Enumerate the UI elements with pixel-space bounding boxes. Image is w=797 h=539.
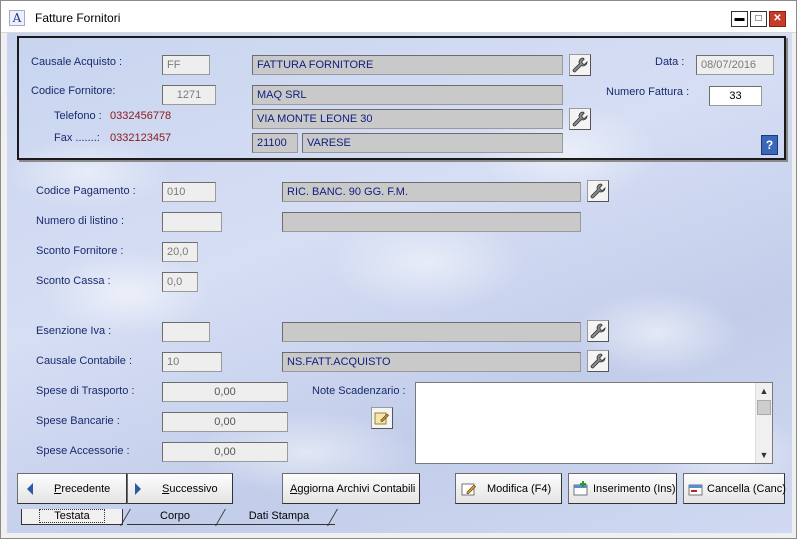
telefono-label: Telefono : xyxy=(54,110,102,122)
fornitore-name-field: MAQ SRL xyxy=(252,85,563,105)
causale-contabile-field[interactable]: 10 xyxy=(162,352,222,372)
aggiorna-archivi-label: Aggiorna Archivi Contabili xyxy=(290,483,416,495)
title-bar: A Fatture Fornitori ▬ □ ✕ xyxy=(1,1,796,33)
causale-acquisto-label: Causale Acquisto : xyxy=(31,56,123,68)
scroll-thumb[interactable] xyxy=(757,400,771,415)
pagamento-description-field: RIC. BANC. 90 GG. F.M. xyxy=(282,182,581,202)
inserimento-label: Inserimento (Ins) xyxy=(593,483,676,495)
spese-bancarie-field[interactable]: 0,00 xyxy=(162,412,288,432)
numero-listino-field[interactable] xyxy=(162,212,222,232)
successivo-label: Successivo xyxy=(162,483,218,495)
sconto-fornitore-label: Sconto Fornitore : xyxy=(36,245,124,257)
tab-corpo[interactable]: Corpo xyxy=(127,509,223,525)
citta-field: VARESE xyxy=(302,133,563,153)
note-scadenzario-label: Note Scadenzario : xyxy=(312,385,406,397)
precedente-button[interactable]: Precedente xyxy=(17,473,127,504)
cap-field: 21100 xyxy=(252,133,298,153)
modifica-button[interactable]: Modifica (F4) xyxy=(455,473,562,504)
note-scadenzario-textarea[interactable]: ▲ ▼ xyxy=(415,382,773,464)
spese-bancarie-label: Spese Bancarie : xyxy=(36,415,120,427)
scroll-up-arrow-icon[interactable]: ▲ xyxy=(756,383,772,399)
app-document-icon: A xyxy=(9,10,25,26)
spese-trasporto-label: Spese di Trasporto : xyxy=(36,385,135,397)
wrench-icon xyxy=(590,183,606,199)
numero-fattura-field[interactable]: 33 xyxy=(709,86,762,106)
scroll-down-arrow-icon[interactable]: ▼ xyxy=(756,447,772,463)
codice-fornitore-label: Codice Fornitore: xyxy=(31,85,116,97)
causale-acquisto-code-field[interactable]: FF xyxy=(162,55,210,75)
fax-label: Fax .......: xyxy=(54,132,100,144)
wrench-icon xyxy=(590,353,606,369)
delete-record-icon xyxy=(688,484,703,496)
arrow-left-icon xyxy=(27,483,33,495)
help-icon[interactable]: ? xyxy=(761,135,778,155)
causale-acquisto-lookup-button[interactable] xyxy=(569,54,591,76)
data-field[interactable]: 08/07/2016 xyxy=(696,55,774,75)
window-title: Fatture Fornitori xyxy=(35,11,121,25)
pagamento-lookup-button[interactable] xyxy=(587,180,609,202)
aggiorna-archivi-button[interactable]: Aggiorna Archivi Contabili xyxy=(282,473,420,504)
tab-strip: Testata Corpo Dati Stampa xyxy=(7,507,792,527)
telefono-value: 0332456778 xyxy=(110,110,172,122)
sconto-cassa-field[interactable]: 0,0 xyxy=(162,272,198,292)
note-scrollbar[interactable]: ▲ ▼ xyxy=(755,383,772,463)
cancella-button[interactable]: Cancella (Canc) xyxy=(683,473,786,504)
tab-dati-stampa[interactable]: Dati Stampa xyxy=(223,509,335,525)
minimize-button[interactable]: ▬ xyxy=(731,11,748,27)
listino-description-field xyxy=(282,212,581,232)
indirizzo-field: VIA MONTE LEONE 30 xyxy=(252,109,563,129)
spese-trasporto-field[interactable]: 0,00 xyxy=(162,382,288,402)
wrench-icon xyxy=(572,111,588,127)
causale-contabile-label: Causale Contabile : xyxy=(36,355,133,367)
causale-contabile-lookup-button[interactable] xyxy=(587,350,609,372)
window: A Fatture Fornitori ▬ □ ✕ Causale Acquis… xyxy=(0,0,797,539)
esenzione-lookup-button[interactable] xyxy=(587,320,609,342)
modifica-label: Modifica (F4) xyxy=(487,483,552,495)
data-label: Data : xyxy=(655,56,685,68)
close-button[interactable]: ✕ xyxy=(769,11,786,27)
indirizzo-lookup-button[interactable] xyxy=(569,108,591,130)
causale-contabile-description-field: NS.FATT.ACQUISTO xyxy=(282,352,581,372)
codice-fornitore-field[interactable]: 1271 xyxy=(162,85,216,105)
maximize-button[interactable]: □ xyxy=(750,11,767,27)
edit-pencil-icon xyxy=(461,483,477,496)
codice-pagamento-label: Codice Pagamento : xyxy=(36,185,136,197)
spese-accessorie-label: Spese Accessorie : xyxy=(36,445,130,457)
spese-accessorie-field[interactable]: 0,00 xyxy=(162,442,288,462)
codice-pagamento-field[interactable]: 010 xyxy=(162,182,216,202)
esenzione-iva-field[interactable] xyxy=(162,322,210,342)
esenzione-iva-label: Esenzione Iva : xyxy=(36,325,112,337)
sconto-cassa-label: Sconto Cassa : xyxy=(36,275,111,287)
wrench-icon xyxy=(590,323,606,339)
sconto-fornitore-field[interactable]: 20,0 xyxy=(162,242,198,262)
causale-acquisto-description-field: FATTURA FORNITORE xyxy=(252,55,563,75)
numero-fattura-label: Numero Fattura : xyxy=(606,86,690,98)
esenzione-description-field xyxy=(282,322,581,342)
add-record-icon xyxy=(573,481,588,496)
edit-note-icon xyxy=(374,412,389,425)
client-area: Causale Acquisto : FF FATTURA FORNITORE … xyxy=(7,33,792,533)
supplier-header-panel: Causale Acquisto : FF FATTURA FORNITORE … xyxy=(17,36,786,160)
arrow-right-icon xyxy=(135,483,141,495)
note-edit-button[interactable] xyxy=(371,407,393,429)
precedente-label: Precedente xyxy=(54,483,111,495)
wrench-icon xyxy=(572,57,588,73)
inserimento-button[interactable]: Inserimento (Ins) xyxy=(568,473,677,504)
tab-testata[interactable]: Testata xyxy=(21,509,123,525)
successivo-button[interactable]: Successivo xyxy=(127,473,233,504)
fax-value: 0332123457 xyxy=(110,132,172,144)
numero-listino-label: Numero di listino : xyxy=(36,215,125,227)
cancella-label: Cancella (Canc) xyxy=(707,483,786,495)
